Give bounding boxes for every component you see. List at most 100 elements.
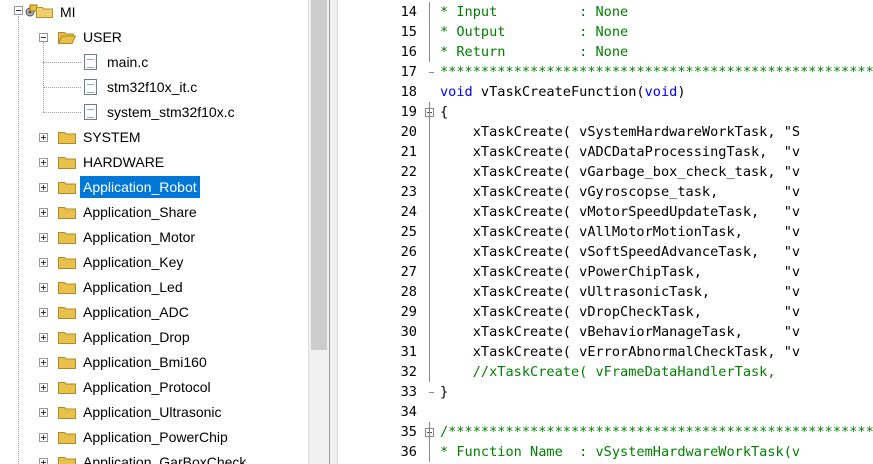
tree-item-label: Application_ADC (83, 304, 189, 320)
tree-folder-item[interactable]: Application_Share (80, 201, 200, 223)
tree-item-label: main.c (107, 54, 149, 70)
line-number: 36 (400, 444, 417, 460)
code-line[interactable]: * Function Name : vSystemHardwareWorkTas… (440, 442, 800, 462)
code-line[interactable]: * Output : None (440, 22, 628, 42)
line-number: 23 (400, 184, 417, 200)
tree-root[interactable]: MI (57, 1, 79, 23)
folder-icon (58, 332, 76, 344)
code-line[interactable]: xTaskCreate( vSystemHardwareWorkTask, "S (440, 122, 800, 142)
folder-icon (58, 457, 76, 464)
code-line[interactable]: /***************************************… (440, 422, 873, 442)
tree-item-label: system_stm32f10x.c (107, 104, 235, 120)
line-number: 19 (400, 104, 417, 120)
tree-folder-item[interactable]: Application_Key (80, 251, 186, 273)
tree-item-label: Application_Key (83, 254, 184, 270)
c-file-icon (84, 79, 97, 95)
code-line[interactable]: xTaskCreate( vDropCheckTask, "v (440, 302, 800, 322)
expand-toggle[interactable] (39, 258, 48, 267)
code-line[interactable]: xTaskCreate( vUltrasonicTask, "v (440, 282, 800, 302)
expand-toggle[interactable] (39, 433, 48, 442)
tree-item-label: Application_GarBoxCheck (83, 454, 247, 464)
tree-file-item[interactable]: stm32f10x_it.c (104, 76, 200, 98)
tree-folder-item[interactable]: Application_Drop (80, 326, 193, 348)
tree-folder-item[interactable]: HARDWARE (80, 151, 167, 173)
code-line[interactable]: xTaskCreate( vBehaviorManageTask, "v (440, 322, 800, 342)
expand-toggle[interactable] (39, 308, 48, 317)
code-line[interactable]: xTaskCreate( vGarbage_box_check_task, "v (440, 162, 800, 182)
tree-folder-item[interactable]: SYSTEM (80, 126, 144, 148)
expand-toggle[interactable] (39, 183, 48, 192)
code-line[interactable]: xTaskCreate( vAllMotorMotionTask, "v (440, 222, 800, 242)
tree-file-item[interactable]: system_stm32f10x.c (104, 101, 238, 123)
expand-toggle[interactable] (39, 358, 48, 367)
line-number-gutter: 14 15 16 17 18 19 20 21 22 23 24 25 26 27 28 29 30 31 32 33… (338, 0, 422, 464)
tree-folder-item[interactable]: Application_ADC (80, 301, 192, 323)
line-number: 21 (400, 144, 417, 160)
tree-folder-item[interactable]: Application_Led (80, 276, 186, 298)
code-line[interactable]: xTaskCreate( vSoftSpeedAdvanceTask, "v (440, 242, 800, 262)
folder-icon (58, 207, 76, 219)
code-line[interactable]: xTaskCreate( vGyroscopse_task, "v (440, 182, 800, 202)
code-line[interactable]: xTaskCreate( vErrorAbnormalCheckTask, "v (440, 342, 800, 362)
line-number: 25 (400, 224, 417, 240)
collapse-toggle[interactable] (39, 33, 48, 42)
code-line[interactable]: ****************************************… (440, 62, 873, 82)
collapse-toggle-root[interactable] (14, 6, 23, 15)
code-line[interactable]: xTaskCreate( vPowerChipTask, "v (440, 262, 800, 282)
tree-scrollbar-thumb[interactable] (311, 0, 327, 350)
code-line[interactable]: { (440, 102, 448, 122)
tree-folder-item[interactable]: Application_Robot (80, 176, 200, 198)
folder-icon (58, 232, 76, 244)
code-line[interactable]: void vTaskCreateFunction(void) (440, 82, 686, 102)
tree-item-label: Application_PowerChip (83, 429, 228, 445)
folder-icon (58, 432, 76, 444)
tree-item-label: Application_Motor (83, 229, 196, 245)
expand-toggle[interactable] (39, 233, 48, 242)
code-editor[interactable]: 14 15 16 17 18 19 20 21 22 23 24 25 26 27 28 29 30 31 32 33… (338, 0, 873, 464)
line-number: 32 (400, 364, 417, 380)
tree-folder-item[interactable]: Application_Motor (80, 226, 198, 248)
expand-toggle[interactable] (39, 333, 48, 342)
line-number: 35 (400, 424, 417, 440)
expand-toggle[interactable] (39, 383, 48, 392)
tree-scrollbar[interactable] (308, 0, 329, 464)
line-number: 20 (400, 124, 417, 140)
expand-toggle[interactable] (39, 158, 48, 167)
expand-toggle[interactable] (39, 283, 48, 292)
tree-item-label: Application_Protocol (83, 379, 211, 395)
line-number: 34 (400, 404, 417, 420)
tree-folder-item[interactable]: Application_Ultrasonic (80, 401, 225, 423)
tree-folder-item[interactable]: Application_Bmi160 (80, 351, 210, 373)
code-line[interactable]: xTaskCreate( vMotorSpeedUpdateTask, "v (440, 202, 800, 222)
tree-folder-item[interactable]: Application_Protocol (80, 376, 214, 398)
tree-item-label: USER (83, 29, 122, 45)
pane-splitter[interactable] (329, 0, 338, 464)
project-tree[interactable]: MI USER main.c stm32f10x_it.c system_stm32f… (0, 0, 308, 464)
expand-toggle[interactable] (39, 208, 48, 217)
tree-item-label: Application_Bmi160 (83, 354, 207, 370)
line-number: 28 (400, 284, 417, 300)
tree-file-item[interactable]: main.c (104, 51, 151, 73)
code-line[interactable]: //xTaskCreate( vFrameDataHandlerTask, (440, 362, 776, 382)
open-folder-icon (58, 32, 76, 44)
tree-item-label: Application_Drop (83, 329, 190, 345)
tree-item-label: Application_Ultrasonic (83, 404, 222, 420)
folder-icon (58, 382, 76, 394)
tree-folder-item[interactable]: Application_PowerChip (80, 426, 231, 448)
code-line[interactable]: * Return : None (440, 42, 628, 62)
code-line[interactable]: * Input : None (440, 2, 628, 22)
fold-guide (429, 2, 430, 62)
fold-end (429, 72, 434, 73)
code-line[interactable]: } (440, 382, 448, 402)
tree-root-label: MI (60, 4, 76, 20)
tree-item-label: HARDWARE (83, 154, 165, 170)
expand-toggle[interactable] (39, 133, 48, 142)
tree-folder-item[interactable]: USER (80, 26, 125, 48)
line-number: 17 (400, 64, 417, 80)
expand-toggle[interactable] (39, 408, 48, 417)
expand-toggle[interactable] (39, 458, 48, 464)
line-number: 22 (400, 164, 417, 180)
code-line[interactable]: xTaskCreate( vADCDataProcessingTask, "v (440, 142, 800, 162)
tree-folder-item[interactable]: Application_GarBoxCheck (80, 451, 249, 464)
line-number: 14 (400, 4, 417, 20)
